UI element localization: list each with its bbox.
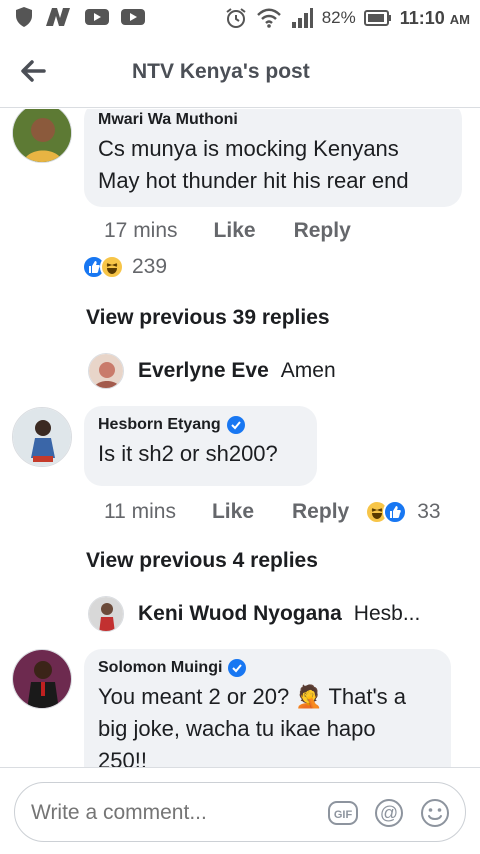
like-button[interactable]: Like: [214, 219, 256, 243]
avatar[interactable]: [88, 353, 124, 389]
comment-author[interactable]: Hesborn Etyang: [98, 416, 303, 434]
reaction-count: 239: [132, 255, 168, 278]
battery-icon: [363, 10, 391, 26]
comment-time[interactable]: 11 mins: [104, 500, 176, 524]
svg-text:GIF: GIF: [334, 809, 353, 821]
comments-list[interactable]: Mwari Wa Muthoni Cs munya is mocking Ken…: [0, 109, 480, 767]
reaction-summary[interactable]: 33: [365, 500, 441, 524]
gif-icon[interactable]: GIF: [327, 797, 359, 829]
avatar-photo: [89, 354, 123, 388]
alarm-clock-icon: [226, 8, 246, 28]
comment-composer: GIF @: [0, 767, 480, 854]
comment-author-name[interactable]: Hesborn Etyang: [98, 416, 221, 434]
reply-preview[interactable]: Keni Wuod Nyogana Hesb...: [88, 596, 420, 632]
back-button[interactable]: [18, 56, 52, 86]
comment-author[interactable]: Mwari Wa Muthoni: [98, 111, 448, 129]
comment-bubble[interactable]: Mwari Wa Muthoni Cs munya is mocking Ken…: [84, 109, 462, 207]
reaction-count: 33: [417, 500, 441, 523]
comment-meta: 17 mins Like Reply: [104, 219, 389, 243]
like-reaction-icon: [383, 500, 408, 524]
reply-text: Amen: [280, 359, 336, 382]
youtube-icon: [121, 9, 145, 25]
page-title: NTV Kenya's post: [132, 60, 310, 83]
clock-time: 11:10 AM: [400, 8, 470, 29]
comment-text-line: 250!!: [98, 748, 147, 767]
clock-ampm: AM: [449, 11, 470, 27]
ntv-logo-icon: [46, 8, 70, 26]
comment-input-box[interactable]: GIF @: [14, 782, 466, 842]
verified-badge-icon: [228, 659, 247, 677]
comment-meta: 11 mins Like Reply 33: [104, 500, 441, 524]
reply-preview[interactable]: Everlyne Eve Amen: [88, 353, 336, 389]
comment-text-line: You meant 2 or 20? 🤦 That's a: [98, 684, 407, 709]
avatar-photo: [13, 408, 71, 466]
shield-icon: [16, 7, 32, 27]
avatar[interactable]: [88, 596, 124, 632]
avatar-photo: [13, 109, 71, 162]
clock-time-value: 11:10: [399, 7, 445, 28]
reply-author[interactable]: Keni Wuod Nyogana: [138, 602, 342, 626]
comment-text-line: Is it sh2 or sh200?: [98, 441, 278, 466]
like-button[interactable]: Like: [212, 500, 254, 524]
reply-button[interactable]: Reply: [292, 500, 349, 524]
signal-icon: [291, 8, 313, 28]
view-previous-replies[interactable]: View previous 39 replies: [86, 306, 330, 330]
comment-text-line: Cs munya is mocking Kenyans: [98, 136, 399, 161]
reply-text: Hesb...: [353, 602, 421, 625]
avatar[interactable]: [12, 109, 72, 163]
view-previous-replies[interactable]: View previous 4 replies: [86, 549, 318, 573]
comment-text: You meant 2 or 20? 🤦 That's a big joke, …: [98, 681, 437, 767]
reaction-summary[interactable]: 239: [82, 255, 167, 279]
avatar[interactable]: [12, 407, 72, 467]
comment-bubble[interactable]: Hesborn Etyang Is it sh2 or sh200?: [84, 406, 317, 486]
avatar-photo: [89, 597, 123, 631]
composer-actions: GIF @: [327, 797, 451, 829]
verified-badge-icon: [226, 416, 245, 434]
haha-reaction-icon: [100, 255, 124, 279]
youtube-icon: [85, 9, 109, 25]
comment-text-line: May hot thunder hit his rear end: [98, 168, 409, 193]
svg-text:@: @: [380, 803, 398, 823]
post-header: NTV Kenya's post: [0, 36, 480, 108]
comment-input[interactable]: [31, 801, 311, 825]
avatar-photo: [13, 650, 71, 708]
reply-author[interactable]: Everlyne Eve: [138, 359, 269, 383]
status-bar: 82% 11:10 AM: [0, 0, 480, 36]
battery-percent: 82%: [321, 8, 356, 27]
comment-text: Cs munya is mocking Kenyans May hot thun…: [98, 133, 448, 197]
smiley-icon[interactable]: [419, 797, 451, 829]
comment-author-name[interactable]: Mwari Wa Muthoni: [98, 111, 238, 129]
comment-text: Is it sh2 or sh200?: [98, 438, 303, 470]
at-sign-icon[interactable]: @: [373, 797, 405, 829]
comment-author[interactable]: Solomon Muingi: [98, 659, 437, 677]
comment-bubble[interactable]: Solomon Muingi You meant 2 or 20? 🤦 That…: [84, 649, 451, 767]
comment-text-line: big joke, wacha tu ikae hapo: [98, 716, 376, 741]
avatar[interactable]: [12, 649, 72, 709]
status-bar-notifications: [14, 6, 146, 28]
arrow-left-icon: [21, 60, 46, 82]
status-bar-system: 82% 11:10 AM: [224, 6, 470, 30]
comment-author-name[interactable]: Solomon Muingi: [98, 659, 222, 677]
wifi-icon: [256, 8, 281, 28]
reply-button[interactable]: Reply: [294, 219, 351, 243]
comment-time[interactable]: 17 mins: [104, 219, 178, 243]
